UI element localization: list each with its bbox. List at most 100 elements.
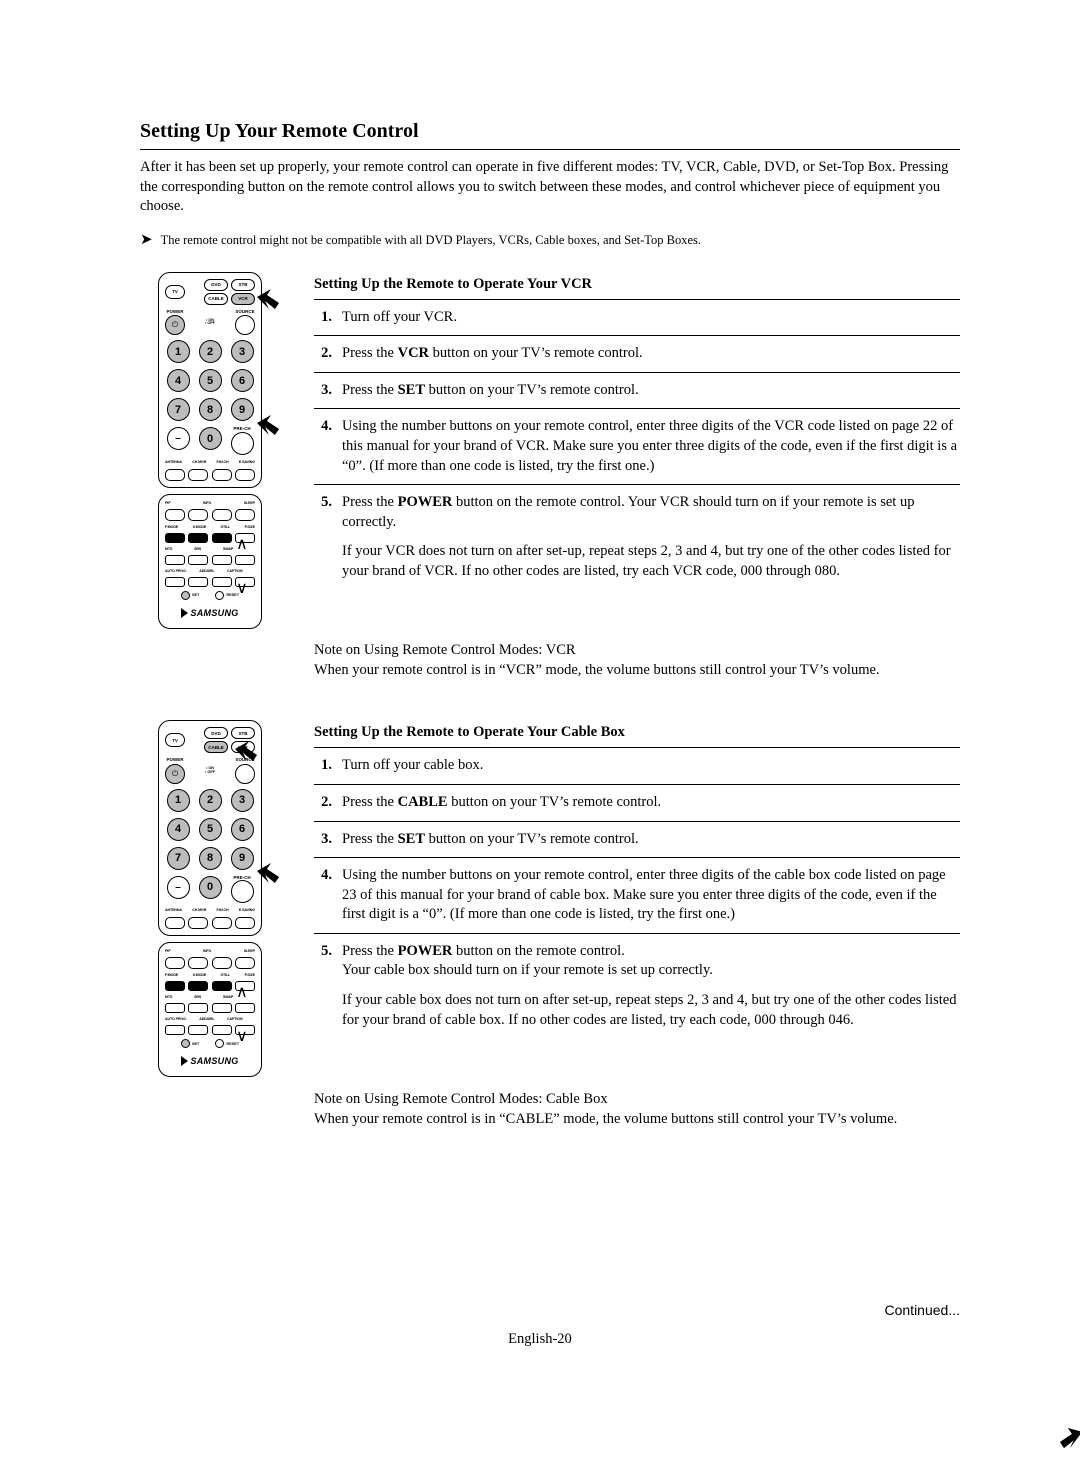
remote-btn-stb: STB	[231, 279, 255, 291]
remote-num-5: 5	[199, 818, 222, 841]
intro-paragraph: After it has been set up properly, your …	[140, 158, 960, 217]
page-number: English-20	[0, 1331, 1080, 1348]
pointer-arrow-icon	[257, 863, 279, 885]
pointer-arrow-icon	[1060, 1428, 1080, 1450]
remote-btn-set	[181, 591, 190, 600]
remote-label-reset: RESET	[226, 593, 239, 597]
remote-diagram-cable: TV DVD STB CABLE VCR	[140, 720, 280, 1077]
remote-btn-reset	[215, 1039, 224, 1048]
remote-label-sleep: SLEEP	[244, 949, 255, 953]
page-title: Setting Up Your Remote Control	[140, 120, 960, 143]
remote-label-adddel: ADD/DEL	[199, 569, 214, 573]
remote-label-favch: FAV.CH	[217, 908, 229, 912]
remote-label-smode: S.MODE	[193, 525, 207, 529]
remote-num-9: 9	[231, 847, 254, 870]
remote-num-2: 2	[199, 340, 222, 363]
remote-label-autoprog: AUTO PROG.	[165, 569, 187, 573]
remote-label-still: STILL	[221, 973, 230, 977]
remote-label-pip: PIP	[165, 501, 171, 505]
vcr-heading: Setting Up the Remote to Operate Your VC…	[314, 276, 960, 293]
remote-btn-reset	[215, 591, 224, 600]
remote-label-caption: CAPTION	[227, 1017, 242, 1021]
step-number: 1.	[314, 756, 332, 776]
remote-num-7: 7	[167, 847, 190, 870]
remote-num-8: 8	[199, 398, 222, 421]
remote-label-esaving: E.SAVING	[239, 908, 255, 912]
remote-num-4: 4	[167, 369, 190, 392]
step-number: 2.	[314, 793, 332, 813]
pointer-arrow-icon	[257, 289, 279, 311]
remote-num-0: 0	[199, 876, 222, 899]
step-text: Press the POWER button on the remote con…	[342, 493, 960, 532]
remote-label-power: POWER	[166, 310, 183, 315]
step-text: Turn off your cable box.	[342, 756, 960, 776]
compatibility-note-text: The remote control might not be compatib…	[161, 233, 701, 248]
step-text: Press the POWER button on the remote con…	[342, 942, 960, 981]
remote-label-source: SOURCE	[235, 310, 254, 315]
remote-brand: SAMSUNG	[190, 1056, 238, 1066]
remote-label-srs: SRS	[194, 995, 201, 999]
remote-label-autoprog: AUTO PROG.	[165, 1017, 187, 1021]
vcr-note-title: Note on Using Remote Control Modes: VCR	[314, 641, 960, 661]
step-text: Using the number buttons on your remote …	[342, 417, 960, 476]
step-number: 5.	[314, 942, 332, 981]
remote-label-pmode: P.MODE	[165, 973, 178, 977]
remote-label-set: SET	[192, 593, 199, 597]
step-number: 2.	[314, 344, 332, 364]
step-number: 3.	[314, 381, 332, 401]
section-vcr: TV DVD STB CABLE VCR	[140, 272, 960, 681]
step-number: 4.	[314, 417, 332, 476]
remote-btn-prech	[231, 432, 254, 455]
remote-num-9: 9	[231, 398, 254, 421]
remote-label-still: STILL	[221, 525, 230, 529]
remote-label-reset: RESET	[226, 1042, 239, 1046]
remote-btn-source	[235, 764, 255, 784]
remote-btn-cable: CABLE	[204, 293, 228, 305]
remote-label-chmgr: CH MGR	[192, 460, 206, 464]
vcr-note-body: When your remote control is in “VCR” mod…	[314, 661, 960, 681]
remote-label-chmgr: CH MGR	[192, 908, 206, 912]
remote-num-5: 5	[199, 369, 222, 392]
remote-label-caption: CAPTION	[227, 569, 242, 573]
remote-btn-prech	[231, 880, 254, 903]
remote-label-info: INFO	[203, 501, 211, 505]
remote-btn-vcr: VCR	[231, 293, 255, 305]
remote-label-info: INFO	[203, 949, 211, 953]
remote-btn-dash: –	[167, 427, 190, 450]
samsung-logo-icon	[181, 1056, 188, 1066]
remote-num-3: 3	[231, 789, 254, 812]
cable-heading: Setting Up the Remote to Operate Your Ca…	[314, 724, 960, 741]
remote-btn-tv: TV	[165, 733, 185, 747]
remote-brand: SAMSUNG	[190, 608, 238, 618]
remote-label-set: SET	[192, 1042, 199, 1046]
remote-btn-dash: –	[167, 876, 190, 899]
remote-label-antenna: ANTENNA	[165, 460, 182, 464]
pointer-arrow-icon	[235, 741, 257, 763]
step-text: Press the VCR button on your TV’s remote…	[342, 344, 960, 364]
remote-label-favch: FAV.CH	[217, 460, 229, 464]
remote-num-7: 7	[167, 398, 190, 421]
step-number: 1.	[314, 308, 332, 328]
remote-label-psize: P.SIZE	[245, 525, 255, 529]
cable-note-body: When your remote control is in “CABLE” m…	[314, 1110, 960, 1130]
remote-btn-power: ⏻	[165, 315, 185, 335]
cable-note-title: Note on Using Remote Control Modes: Cabl…	[314, 1090, 960, 1110]
remote-label-mts: MTS	[165, 995, 172, 999]
remote-btn-cable: CABLE	[204, 741, 228, 753]
note-arrow-icon: ➤	[140, 233, 153, 248]
remote-num-1: 1	[167, 789, 190, 812]
remote-label-adddel: ADD/DEL	[199, 1017, 214, 1021]
remote-label-smode: S.MODE	[193, 973, 207, 977]
remote-btn-dvd: DVD	[204, 279, 228, 291]
remote-btn-set	[181, 1039, 190, 1048]
remote-num-1: 1	[167, 340, 190, 363]
pointer-arrow-icon	[257, 415, 279, 437]
compatibility-note: ➤ The remote control might not be compat…	[140, 233, 960, 248]
step-number: 4.	[314, 866, 332, 925]
remote-label-sleep: SLEEP	[244, 501, 255, 505]
remote-label-mts: MTS	[165, 547, 172, 551]
step-number: 3.	[314, 830, 332, 850]
remote-num-8: 8	[199, 847, 222, 870]
remote-label-pmode: P.MODE	[165, 525, 178, 529]
remote-num-0: 0	[199, 427, 222, 450]
